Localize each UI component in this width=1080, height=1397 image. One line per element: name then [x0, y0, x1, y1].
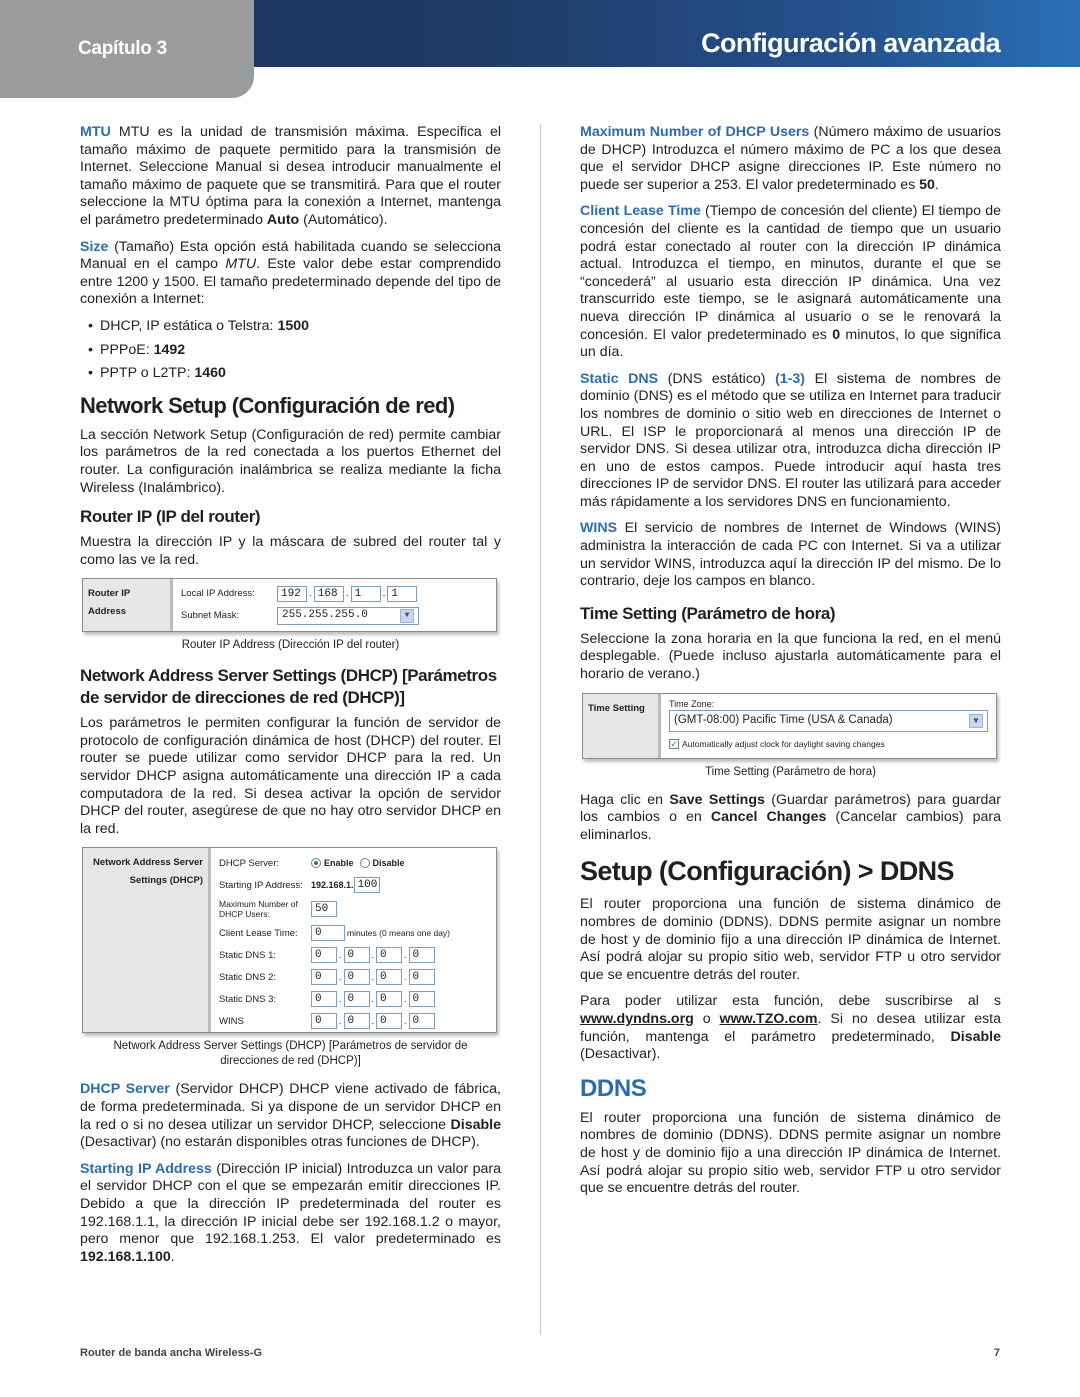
ip-octet-1: 192: [277, 586, 307, 603]
figure-side-label: Time Setting: [583, 693, 661, 758]
mtu-size-list: DHCP, IP estática o Telstra: 1500 PPPoE:…: [80, 318, 501, 383]
dhcp-caption: Network Address Server Settings (DHCP) […: [113, 1040, 468, 1068]
router-ip-figure: Router IP Address Local IP Address: 192.…: [82, 578, 497, 633]
time-setting-heading: Time Setting (Parámetro de hora): [580, 603, 836, 623]
size-paragraph: Size (Tamaño) Esta opción está habilitad…: [80, 238, 501, 308]
list-item: PPPoE: 1492: [88, 342, 501, 360]
mtu-term: MTU: [80, 124, 111, 140]
figure-side-label: Network Address Server Settings (DHCP): [83, 848, 211, 1033]
starting-ip-paragraph: Starting IP Address (Dirección IP inicia…: [80, 1160, 501, 1265]
checkbox-checked-icon: ✓: [669, 739, 679, 750]
wins-paragraph: WINS El servicio de nombres de Internet …: [580, 520, 1001, 590]
chevron-down-icon: ▼: [969, 713, 983, 728]
ddns-setup-heading: Setup (Configuración) > DDNS: [580, 856, 955, 887]
chapter-label: Capítulo 3: [78, 38, 167, 59]
time-zone-select: (GMT-08:00) Pacific Time (USA & Canada) …: [669, 709, 988, 732]
network-setup-paragraph: La sección Network Setup (Configuración …: [80, 426, 501, 496]
static-dns-paragraph: Static DNS (DNS estático) (1-3) El siste…: [580, 370, 1002, 510]
chevron-down-icon: ▼: [400, 609, 414, 624]
lease-time-paragraph: Client Lease Time (Tiempo de concesión d…: [580, 203, 1001, 361]
ddns-paragraph: El router proporciona una función de sis…: [580, 1109, 1001, 1197]
router-ip-heading: Router IP (IP del router): [80, 507, 261, 527]
page-title: Configuración avanzada: [701, 28, 1000, 58]
figure-side-label: Router IP Address: [83, 579, 173, 632]
ddns-setup-paragraph-1: El router proporciona una función de sis…: [580, 896, 1001, 983]
time-setting-caption: Time Setting (Parámetro de hora): [705, 765, 876, 778]
disable-radio-icon: [359, 858, 370, 869]
right-column: Maximum Number of DHCP Users (Número máx…: [580, 124, 1001, 1207]
time-setting-paragraph: Seleccione la zona horaria en la que fun…: [580, 630, 1001, 683]
ddns-heading: DDNS: [580, 1074, 647, 1102]
left-column: MTU MTU es la unidad de transmisión máxi…: [80, 124, 501, 1275]
ip-octet-2: 168: [313, 586, 344, 603]
footer-product: Router de banda ancha Wireless-G: [80, 1347, 263, 1359]
ip-octet-3: 1: [350, 586, 381, 603]
network-setup-heading: Network Setup (Configuración de red): [80, 392, 455, 418]
dyndns-link[interactable]: www.dyndns.org: [580, 1011, 694, 1027]
router-ip-paragraph: Muestra la dirección IP y la máscara de …: [80, 534, 501, 568]
list-item: PPTP o L2TP: 1460: [88, 365, 501, 383]
ip-octet-4: 1: [387, 586, 418, 603]
dhcp-section-heading: Network Address Server Settings (DHCP) […: [80, 666, 497, 708]
dhcp-section-paragraph: Los parámetros le permiten configurar la…: [80, 715, 501, 837]
mtu-paragraph: MTU MTU es la unidad de transmisión máxi…: [80, 124, 501, 228]
max-users-paragraph: Maximum Number of DHCP Users (Número máx…: [580, 124, 1001, 193]
list-item: DHCP, IP estática o Telstra: 1500: [88, 318, 501, 336]
time-setting-figure: Time Setting Time Zone: (GMT-08:00) Paci…: [582, 692, 997, 759]
tzo-link[interactable]: www.TZO.com: [720, 1011, 818, 1027]
save-paragraph: Haga clic en Save Settings (Guardar pará…: [580, 791, 1001, 843]
page-number: 7: [993, 1347, 1000, 1359]
chapter-tab: Capítulo 3: [0, 0, 254, 98]
subnet-mask-select: 255.255.255.0 ▼: [277, 607, 419, 626]
enable-radio-icon: [311, 858, 321, 869]
document-page: Configuración avanzada Capítulo 3 MTU MT…: [0, 0, 1080, 1397]
ddns-setup-paragraph-2: Para poder utilizar esta función, debe s…: [580, 993, 1002, 1063]
router-ip-caption: Router IP Address (Dirección IP del rout…: [181, 639, 400, 652]
dhcp-figure: Network Address Server Settings (DHCP) D…: [82, 847, 497, 1034]
size-term: Size: [80, 238, 109, 255]
column-divider: [540, 124, 541, 1334]
dhcp-server-paragraph: DHCP Server (Servidor DHCP) DHCP viene a…: [80, 1081, 501, 1151]
